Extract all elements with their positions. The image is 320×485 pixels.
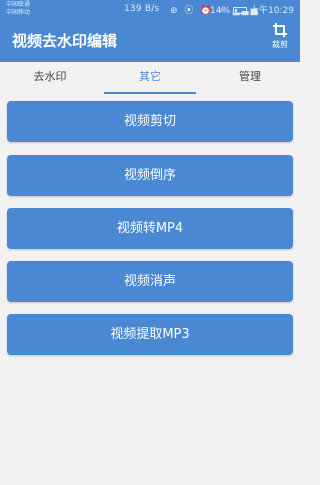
crop-button[interactable]: 裁剪 [268,22,292,50]
tab-other[interactable]: 其它 [100,62,200,94]
video-reverse-button[interactable]: 视频倒序 [7,155,293,196]
video-extract-mp3-button[interactable]: 视频提取MP3 [7,314,293,355]
video-mute-button[interactable]: 视频消声 [7,261,293,302]
crop-icon [273,23,287,37]
video-to-mp4-button[interactable]: 视频转MP4 [7,208,293,249]
carrier-1: 中国联通 [6,1,31,8]
app-header: 中国联通 中国移动 139 B/s ⊕ ⦿ ⏰ ✧ ▂▃▅ 14% 上午10:29… [0,0,300,62]
network-speed: 139 B/s [124,4,160,14]
battery-icon [233,7,248,14]
tab-bar: 去水印 其它 管理 [0,62,300,94]
status-right: 14% 上午10:29 [210,3,294,16]
video-cut-button[interactable]: 视频剪切 [7,101,293,142]
crop-label: 裁剪 [272,40,288,49]
status-bar: 中国联通 中国移动 139 B/s ⊕ ⦿ ⏰ ✧ ▂▃▅ 14% 上午10:29 [0,0,300,18]
tab-manage[interactable]: 管理 [200,62,300,94]
tab-watermark[interactable]: 去水印 [0,62,100,94]
carrier-info: 中国联通 中国移动 [6,1,30,17]
battery-percent: 14% [210,6,231,16]
clock: 上午10:29 [250,6,294,16]
page-title: 视频去水印编辑 [12,32,118,50]
carrier-2: 中国移动 [6,9,31,16]
